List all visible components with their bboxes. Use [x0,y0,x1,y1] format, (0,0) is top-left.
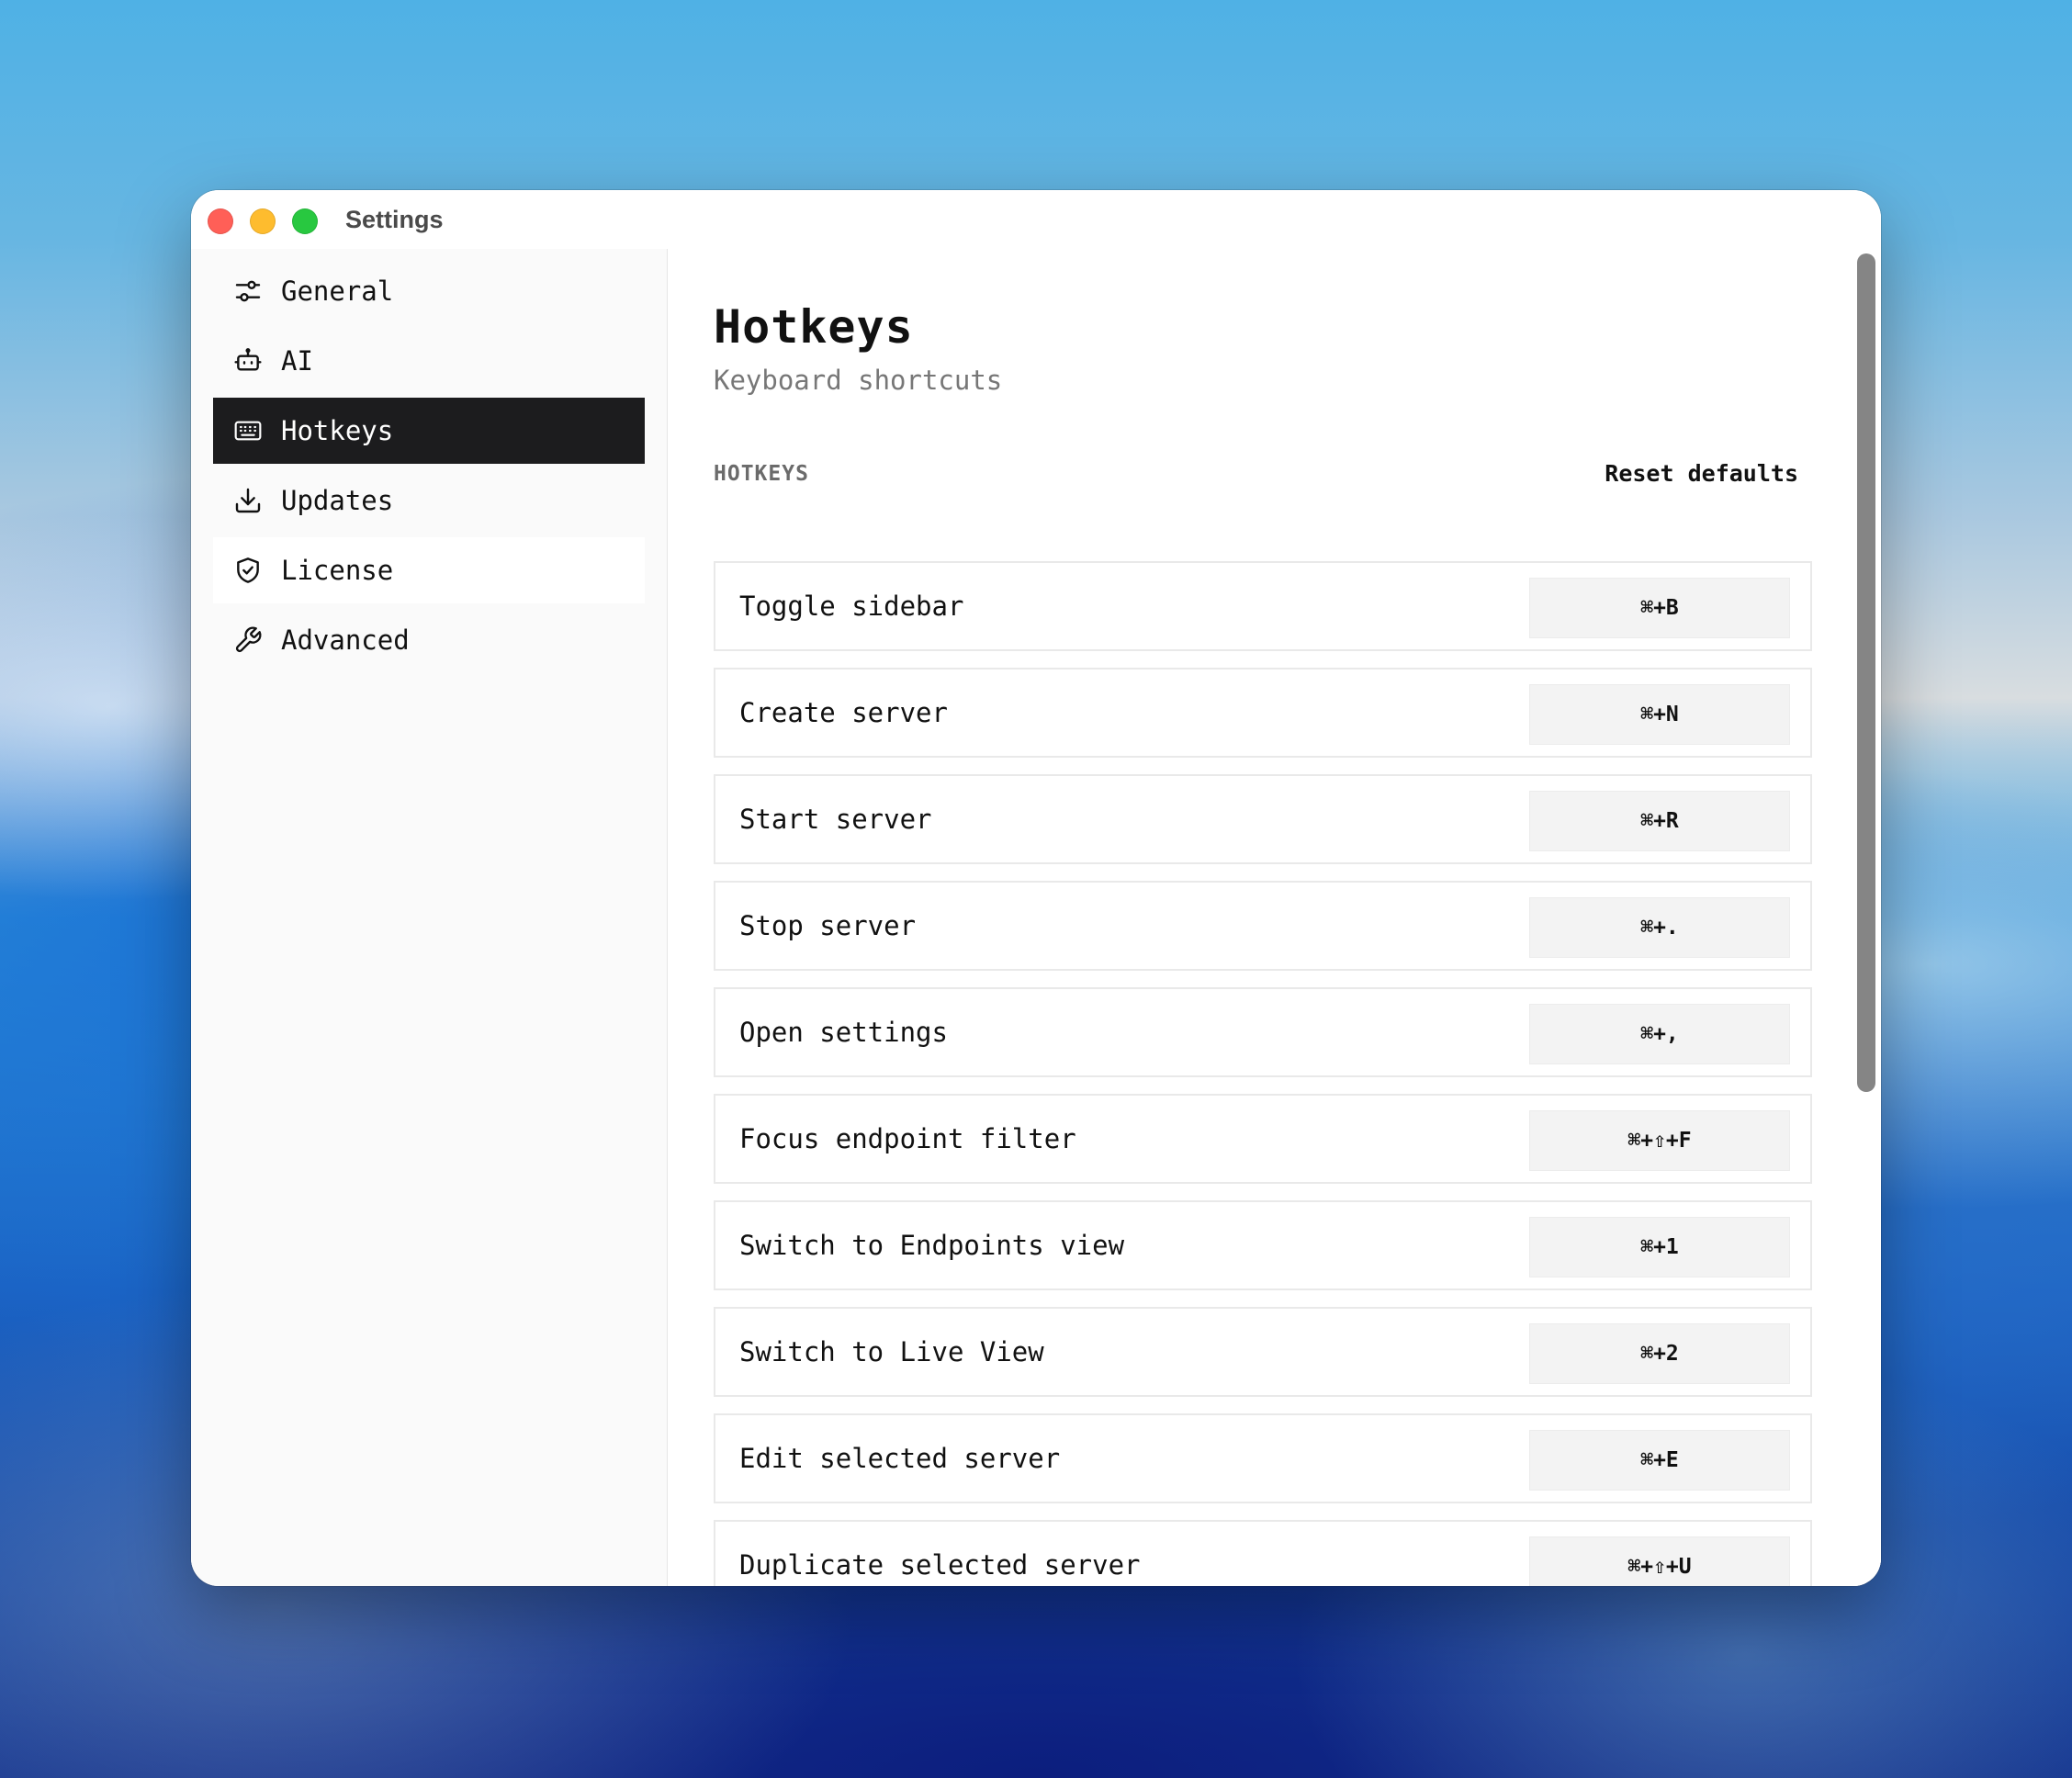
hotkey-action-label: Toggle sidebar [739,591,964,622]
section-heading: HOTKEYS [714,462,809,486]
hotkey-row: Switch to Live View ⌘+2 [714,1307,1812,1397]
hotkey-action-label: Create server [739,697,948,728]
shortcut-recorder-button[interactable]: ⌘+B [1529,578,1790,638]
hotkey-row: Switch to Endpoints view ⌘+1 [714,1200,1812,1290]
shortcut-recorder-button[interactable]: ⌘+N [1529,684,1790,745]
zoom-window-button[interactable] [292,208,318,234]
hotkey-row: Stop server ⌘+. [714,881,1812,971]
sidebar-item-ai[interactable]: AI [213,328,645,394]
hotkey-row: Open settings ⌘+, [714,987,1812,1077]
robot-icon [233,346,263,376]
hotkey-row: Duplicate selected server ⌘+⇧+U [714,1520,1812,1586]
hotkey-action-label: Switch to Endpoints view [739,1230,1125,1261]
download-icon [233,486,263,515]
shield-check-icon [233,556,263,585]
keyboard-icon [233,416,263,445]
sidebar-item-license[interactable]: License [213,537,645,603]
hotkey-row: Edit selected server ⌘+E [714,1413,1812,1503]
scrollbar-thumb[interactable] [1857,253,1875,1092]
shortcut-recorder-button[interactable]: ⌘+1 [1529,1217,1790,1277]
hotkey-list: Toggle sidebar ⌘+B Create server ⌘+N Sta… [714,561,1812,1586]
hotkey-action-label: Open settings [739,1017,948,1048]
shortcut-recorder-button[interactable]: ⌘+⇧+F [1529,1110,1790,1171]
shortcut-recorder-button[interactable]: ⌘+. [1529,897,1790,958]
hotkey-action-label: Switch to Live View [739,1336,1044,1367]
hotkey-action-label: Focus endpoint filter [739,1123,1076,1154]
page-title: Hotkeys [714,300,914,354]
sidebar-item-label: Advanced [281,625,410,656]
page-subtitle: Keyboard shortcuts [714,365,1003,396]
shortcut-recorder-button[interactable]: ⌘+R [1529,791,1790,851]
title-bar[interactable]: Settings [191,190,1881,249]
close-window-button[interactable] [208,208,233,234]
hotkey-action-label: Duplicate selected server [739,1549,1141,1581]
hotkey-row: Create server ⌘+N [714,668,1812,758]
main-content: Hotkeys Keyboard shortcuts HOTKEYS Reset… [668,249,1881,1586]
hotkey-action-label: Start server [739,804,932,835]
sidebar-item-advanced[interactable]: Advanced [213,607,645,673]
sidebar-item-label: Updates [281,485,394,516]
shortcut-recorder-button[interactable]: ⌘+2 [1529,1323,1790,1384]
scrollbar[interactable] [1853,249,1881,1586]
minimize-window-button[interactable] [250,208,276,234]
settings-window: Settings General AI Hotkeys Updates Lice… [191,190,1881,1586]
hotkey-row: Toggle sidebar ⌘+B [714,561,1812,651]
shortcut-recorder-button[interactable]: ⌘+, [1529,1004,1790,1064]
sidebar-item-hotkeys[interactable]: Hotkeys [213,398,645,464]
sidebar: General AI Hotkeys Updates License Advan… [191,249,668,1586]
shortcut-recorder-button[interactable]: ⌘+⇧+U [1529,1536,1790,1586]
hotkey-row: Focus endpoint filter ⌘+⇧+F [714,1094,1812,1184]
hotkey-row: Start server ⌘+R [714,774,1812,864]
wrench-icon [233,625,263,655]
sidebar-item-updates[interactable]: Updates [213,467,645,534]
sidebar-item-label: License [281,555,394,586]
hotkey-action-label: Stop server [739,910,917,941]
sidebar-item-label: General [281,276,394,307]
sidebar-item-label: Hotkeys [281,415,394,446]
reset-defaults-button[interactable]: Reset defaults [1605,460,1798,487]
shortcut-recorder-button[interactable]: ⌘+E [1529,1430,1790,1491]
hotkey-action-label: Edit selected server [739,1443,1061,1474]
sliders-icon [233,276,263,306]
window-title: Settings [345,206,444,233]
sidebar-item-general[interactable]: General [213,258,645,324]
sidebar-item-label: AI [281,345,313,377]
